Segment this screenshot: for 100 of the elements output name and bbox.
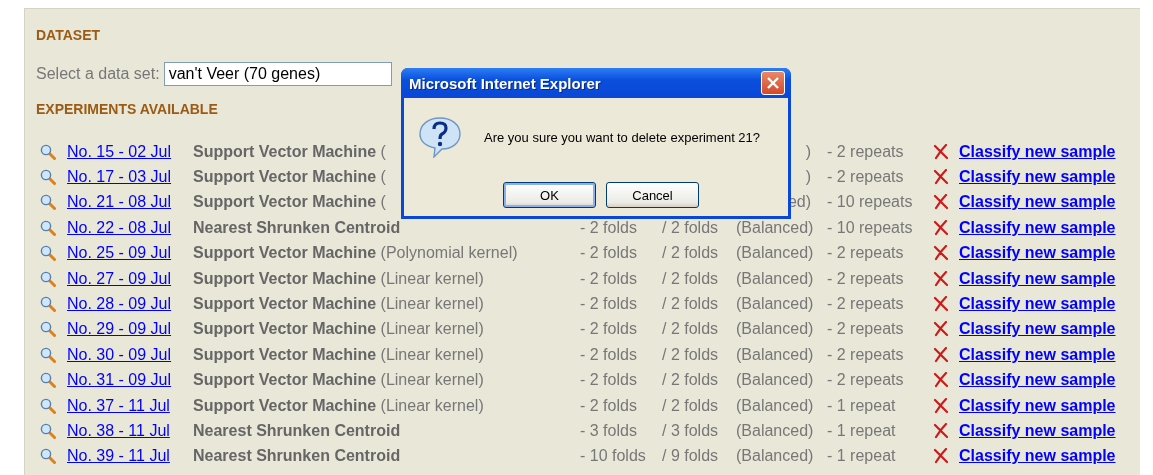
experiment-link[interactable]: No. 37 - 11 Jul: [67, 396, 170, 415]
experiment-link[interactable]: No. 17 - 03 Jul: [67, 168, 172, 187]
balance-text: (Balanced): [736, 244, 815, 263]
dialog-button[interactable]: Cancel: [606, 182, 699, 208]
magnifier-icon[interactable]: [40, 194, 56, 211]
repeats-text: - 10 repeats: [827, 193, 914, 212]
classify-link[interactable]: Classify new sample: [959, 447, 1116, 466]
classify-link[interactable]: Classify new sample: [959, 295, 1116, 314]
classify-link[interactable]: Classify new sample: [959, 142, 1116, 161]
inner-folds-text: / 3 folds: [662, 422, 720, 440]
experiment-link[interactable]: No. 22 - 08 Jul: [67, 218, 172, 237]
experiment-link[interactable]: No. 27 - 09 Jul: [67, 269, 172, 288]
dialog-button[interactable]: OK: [503, 182, 596, 208]
repeats-text: - 2 repeats: [827, 345, 905, 364]
magnifier-icon[interactable]: [40, 423, 56, 439]
folds-text: - 2 folds: [580, 371, 638, 390]
delete-icon[interactable]: [933, 143, 949, 160]
balance-text: (Balanced): [736, 371, 815, 390]
repeats-text: - 2 repeats: [827, 320, 905, 339]
classify-link[interactable]: Classify new sample: [959, 422, 1116, 440]
magnifier-icon[interactable]: [40, 321, 56, 338]
delete-icon[interactable]: [933, 296, 949, 313]
experiment-link[interactable]: No. 15 - 02 Jul: [67, 142, 172, 161]
experiment-link[interactable]: No. 39 - 11 Jul: [67, 447, 170, 466]
magnifier-icon[interactable]: [40, 296, 56, 313]
folds-text: - 2 folds: [580, 269, 638, 288]
experiment-link[interactable]: No. 30 - 09 Jul: [67, 345, 172, 364]
method-text: Support Vector Machine (: [193, 142, 386, 161]
delete-icon[interactable]: [933, 397, 949, 414]
magnifier-icon[interactable]: [40, 270, 56, 287]
section-heading: DATASET: [36, 26, 102, 45]
magnifier-icon[interactable]: [40, 245, 56, 262]
classify-link[interactable]: Classify new sample: [959, 396, 1116, 415]
balance-text: (Balanced): [736, 218, 815, 237]
delete-icon[interactable]: [933, 219, 949, 236]
magnifier-icon[interactable]: [40, 448, 56, 465]
classify-link[interactable]: Classify new sample: [959, 320, 1116, 339]
magnifier-icon[interactable]: [40, 169, 56, 186]
balance-text: (Balanced): [736, 269, 815, 288]
classify-link[interactable]: Classify new sample: [959, 345, 1116, 364]
delete-icon[interactable]: [933, 321, 949, 338]
balance-text: ): [804, 168, 812, 187]
method-text: Support Vector Machine (Linear kernel): [193, 269, 484, 288]
magnifier-icon[interactable]: [40, 372, 56, 389]
method-text: Nearest Shrunken Centroid: [193, 218, 401, 237]
repeats-text: - 1 repeat: [827, 447, 897, 466]
repeats-text: - 1 repeat: [827, 422, 897, 440]
classify-link[interactable]: Classify new sample: [959, 269, 1116, 288]
classify-link[interactable]: Classify new sample: [959, 193, 1116, 212]
classify-link[interactable]: Classify new sample: [959, 244, 1116, 263]
classify-link[interactable]: Classify new sample: [959, 168, 1116, 187]
delete-icon[interactable]: [933, 245, 949, 262]
inner-folds-text: / 2 folds: [662, 396, 720, 415]
experiment-link[interactable]: No. 25 - 09 Jul: [67, 244, 172, 263]
balance-text: (Balanced): [736, 295, 815, 314]
experiment-link[interactable]: No. 28 - 09 Jul: [67, 295, 172, 314]
folds-text: - 2 folds: [580, 345, 638, 364]
balance-text: ): [804, 142, 812, 161]
folds-text: - 2 folds: [580, 218, 638, 237]
magnifier-icon[interactable]: [40, 397, 56, 414]
experiment-link[interactable]: No. 29 - 09 Jul: [67, 320, 172, 339]
method-text: Nearest Shrunken Centroid: [193, 447, 401, 466]
inner-folds-text: / 9 folds: [662, 447, 720, 466]
inner-folds-text: / 2 folds: [662, 345, 720, 364]
dataset-select[interactable]: van't Veer (70 genes): [163, 62, 392, 86]
delete-icon[interactable]: [933, 448, 949, 465]
delete-icon[interactable]: [933, 372, 949, 389]
close-button[interactable]: [761, 71, 785, 95]
delete-icon[interactable]: [933, 270, 949, 287]
classify-link[interactable]: Classify new sample: [959, 218, 1116, 237]
experiment-link[interactable]: No. 38 - 11 Jul: [67, 422, 170, 440]
magnifier-icon[interactable]: [40, 143, 56, 160]
folds-text: - 3 folds: [580, 422, 638, 440]
method-text: Nearest Shrunken Centroid: [193, 422, 401, 440]
method-text: Support Vector Machine (Linear kernel): [193, 320, 484, 339]
repeats-text: - 2 repeats: [827, 371, 905, 390]
section-heading: EXPERIMENTS AVAILABLE: [36, 100, 219, 119]
repeats-text: - 10 repeats: [827, 218, 914, 237]
classify-link[interactable]: Classify new sample: [959, 371, 1116, 390]
method-text: Support Vector Machine (Linear kernel): [193, 371, 484, 390]
delete-icon[interactable]: [933, 194, 949, 211]
field-label: Select a data set:: [36, 65, 160, 83]
magnifier-icon[interactable]: [40, 219, 56, 236]
magnifier-icon[interactable]: [40, 346, 56, 363]
method-text: Support Vector Machine (: [193, 168, 386, 187]
method-text: Support Vector Machine (Linear kernel): [193, 396, 484, 415]
delete-icon[interactable]: [933, 423, 949, 439]
repeats-text: - 2 repeats: [827, 142, 905, 161]
dialog-message: Are you sure you want to delete experiment 21?: [484, 129, 761, 145]
experiment-link[interactable]: No. 31 - 09 Jul: [67, 371, 172, 390]
repeats-text: - 2 repeats: [827, 269, 905, 288]
method-text: Support Vector Machine (Polynomial kernel): [193, 244, 518, 263]
method-text: Support Vector Machine (Linear kernel): [193, 295, 484, 314]
delete-icon[interactable]: [933, 169, 949, 186]
folds-text: - 10 folds: [580, 447, 647, 466]
repeats-text: - 2 repeats: [827, 244, 905, 263]
delete-icon[interactable]: [933, 346, 949, 363]
experiment-link[interactable]: No. 21 - 08 Jul: [67, 193, 172, 212]
balance-text: (Balanced): [736, 345, 815, 364]
balance-text: (Balanced): [736, 422, 815, 440]
